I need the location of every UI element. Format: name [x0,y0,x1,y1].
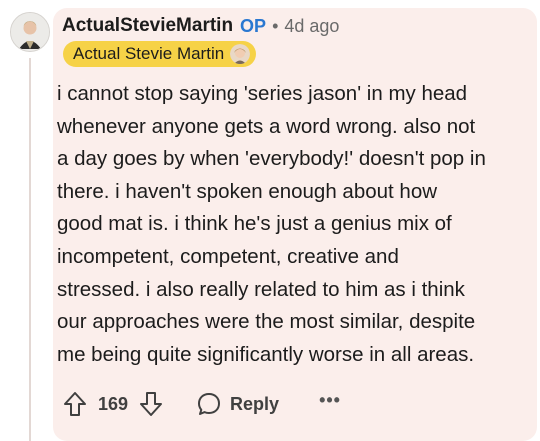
reply-label: Reply [230,393,280,414]
comment-body-line: our approaches were the most similar, de… [57,310,476,334]
arrow-up-outline-icon [64,392,86,416]
comment: ActualStevieMartin OP • 4d ago Actual St… [0,0,540,441]
comment-actions: 169 Reply ••• [62,386,341,422]
meta-separator: • [272,15,279,36]
speech-bubble-icon [198,393,221,415]
reply-button[interactable]: Reply [196,391,279,417]
comment-timestamp: 4d ago [284,15,340,36]
more-options-button[interactable]: ••• [319,391,341,413]
author-username[interactable]: ActualStevieMartin [62,15,233,37]
comment-body-line: a day goes by when 'everybody!' doesn't … [57,147,486,171]
op-badge: OP [240,15,267,36]
comment-body-line: whenever anyone gets a word wrong. also … [57,114,476,138]
comment-body-line: stressed. i also really related to him a… [57,277,465,301]
comment-body-line: there. i haven't spoken enough about how [57,179,438,203]
comment-body-line: me being quite significantly worse in al… [57,342,475,366]
vote-count: 169 [98,393,129,414]
flair-emoji-icon [230,44,251,64]
author-avatar[interactable] [10,12,50,52]
flair-label: Actual Stevie Martin [73,44,225,63]
arrow-down-outline-icon [140,392,163,416]
comment-body-line: i cannot stop saying 'series jason' in m… [57,82,468,105]
avatar-image [11,13,49,51]
user-flair: Actual Stevie Martin [63,41,257,67]
comment-body-line: good mat is. i think he's just a genius … [57,212,452,236]
comment-body-line: incompetent, competent, creative and [57,244,399,268]
upvote-button[interactable] [62,389,88,419]
thread-line[interactable] [29,58,31,441]
comment-body: i cannot stop saying 'series jason' in m… [57,78,529,371]
comment-header: ActualStevieMartin OP • 4d ago [62,12,339,40]
downvote-button[interactable] [138,389,164,419]
